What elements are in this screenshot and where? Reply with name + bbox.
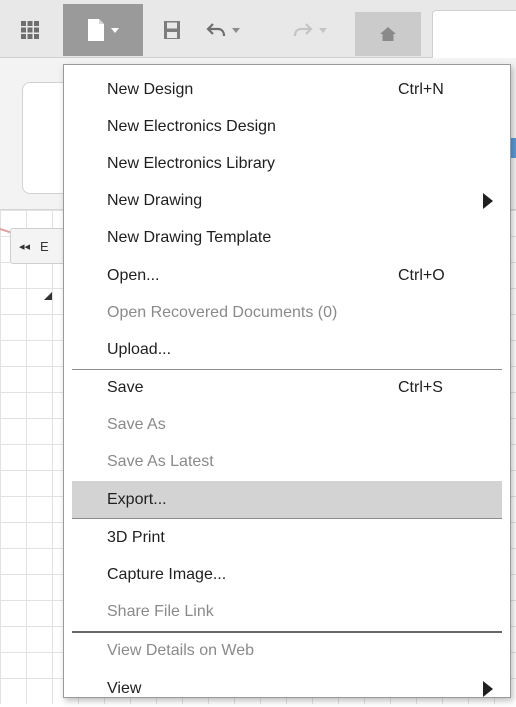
redo-button[interactable] xyxy=(280,4,340,56)
menu-item-3d-print[interactable]: 3D Print xyxy=(64,519,510,556)
origin-triangle-icon xyxy=(44,292,52,300)
menu-item-label: Upload... xyxy=(107,340,172,358)
file-dropdown-menu: New Design Ctrl+N New Electronics Design… xyxy=(63,64,511,698)
home-button[interactable] xyxy=(355,12,421,56)
menu-item-label: Capture Image... xyxy=(107,566,227,584)
undo-button[interactable] xyxy=(195,4,251,56)
chevron-down-icon xyxy=(111,27,119,33)
menu-item-new-electronics-design[interactable]: New Electronics Design xyxy=(64,108,510,145)
file-menu-button[interactable] xyxy=(63,4,143,56)
menu-item-shortcut: Ctrl+O xyxy=(398,266,445,284)
menu-item-label: New Electronics Design xyxy=(107,117,276,135)
menu-item-open[interactable]: Open... Ctrl+O xyxy=(64,257,510,294)
collapse-left-icon: ◂◂ xyxy=(19,240,31,253)
menu-item-save[interactable]: Save Ctrl+S xyxy=(64,370,510,407)
menu-item-label: New Drawing Template xyxy=(107,229,272,247)
grid-icon xyxy=(21,21,39,39)
menu-item-open-recovered: Open Recovered Documents (0) xyxy=(64,294,510,331)
menu-item-new-drawing-template[interactable]: New Drawing Template xyxy=(64,220,510,257)
menu-item-label: View Details on Web xyxy=(107,642,255,660)
menu-item-capture-image[interactable]: Capture Image... xyxy=(64,556,510,593)
menu-item-label: New Drawing xyxy=(107,192,203,210)
menu-item-label: 3D Print xyxy=(107,528,165,546)
menu-item-label: Save As xyxy=(107,416,166,434)
undo-icon xyxy=(206,23,226,37)
menu-item-label: Share File Link xyxy=(107,603,214,621)
submenu-arrow-icon xyxy=(483,193,493,210)
menu-item-view-details-on-web: View Details on Web xyxy=(64,633,510,670)
chevron-down-icon xyxy=(319,27,327,33)
menu-item-shortcut: Ctrl+N xyxy=(398,80,444,98)
redo-icon xyxy=(293,23,313,37)
submenu-arrow-icon xyxy=(483,680,493,697)
menu-item-label: Open Recovered Documents (0) xyxy=(107,303,338,321)
menu-item-label: New Design xyxy=(107,80,194,98)
menu-item-new-design[interactable]: New Design Ctrl+N xyxy=(64,71,510,108)
menu-item-label: Open... xyxy=(107,266,160,284)
menu-item-shortcut: Ctrl+S xyxy=(398,379,443,397)
save-icon xyxy=(164,21,180,39)
menu-item-save-as-latest: Save As Latest xyxy=(64,444,510,481)
menu-item-label: Save xyxy=(107,379,144,397)
document-tab[interactable] xyxy=(432,10,516,59)
menu-item-upload[interactable]: Upload... xyxy=(64,331,510,368)
chevron-down-icon xyxy=(232,27,240,33)
file-icon xyxy=(88,19,104,41)
menu-item-label: Export... xyxy=(107,490,167,508)
menu-item-label: New Electronics Library xyxy=(107,154,276,172)
menu-item-new-electronics-library[interactable]: New Electronics Library xyxy=(64,145,510,182)
menu-item-save-as: Save As xyxy=(64,407,510,444)
menu-item-share-file-link: Share File Link xyxy=(64,594,510,631)
menu-item-label: Save As Latest xyxy=(107,453,214,471)
menu-item-export[interactable]: Export... xyxy=(72,481,502,519)
menu-item-view[interactable]: View xyxy=(64,670,510,707)
save-button[interactable] xyxy=(150,4,194,56)
top-toolbar xyxy=(0,0,516,59)
app-grid-button[interactable] xyxy=(10,4,50,56)
menu-item-new-drawing[interactable]: New Drawing xyxy=(64,183,510,220)
menu-item-label: View xyxy=(107,679,142,697)
browser-label: E xyxy=(40,238,49,254)
home-icon xyxy=(380,27,396,41)
browser-panel-toggle[interactable]: ◂◂ E xyxy=(10,228,70,264)
